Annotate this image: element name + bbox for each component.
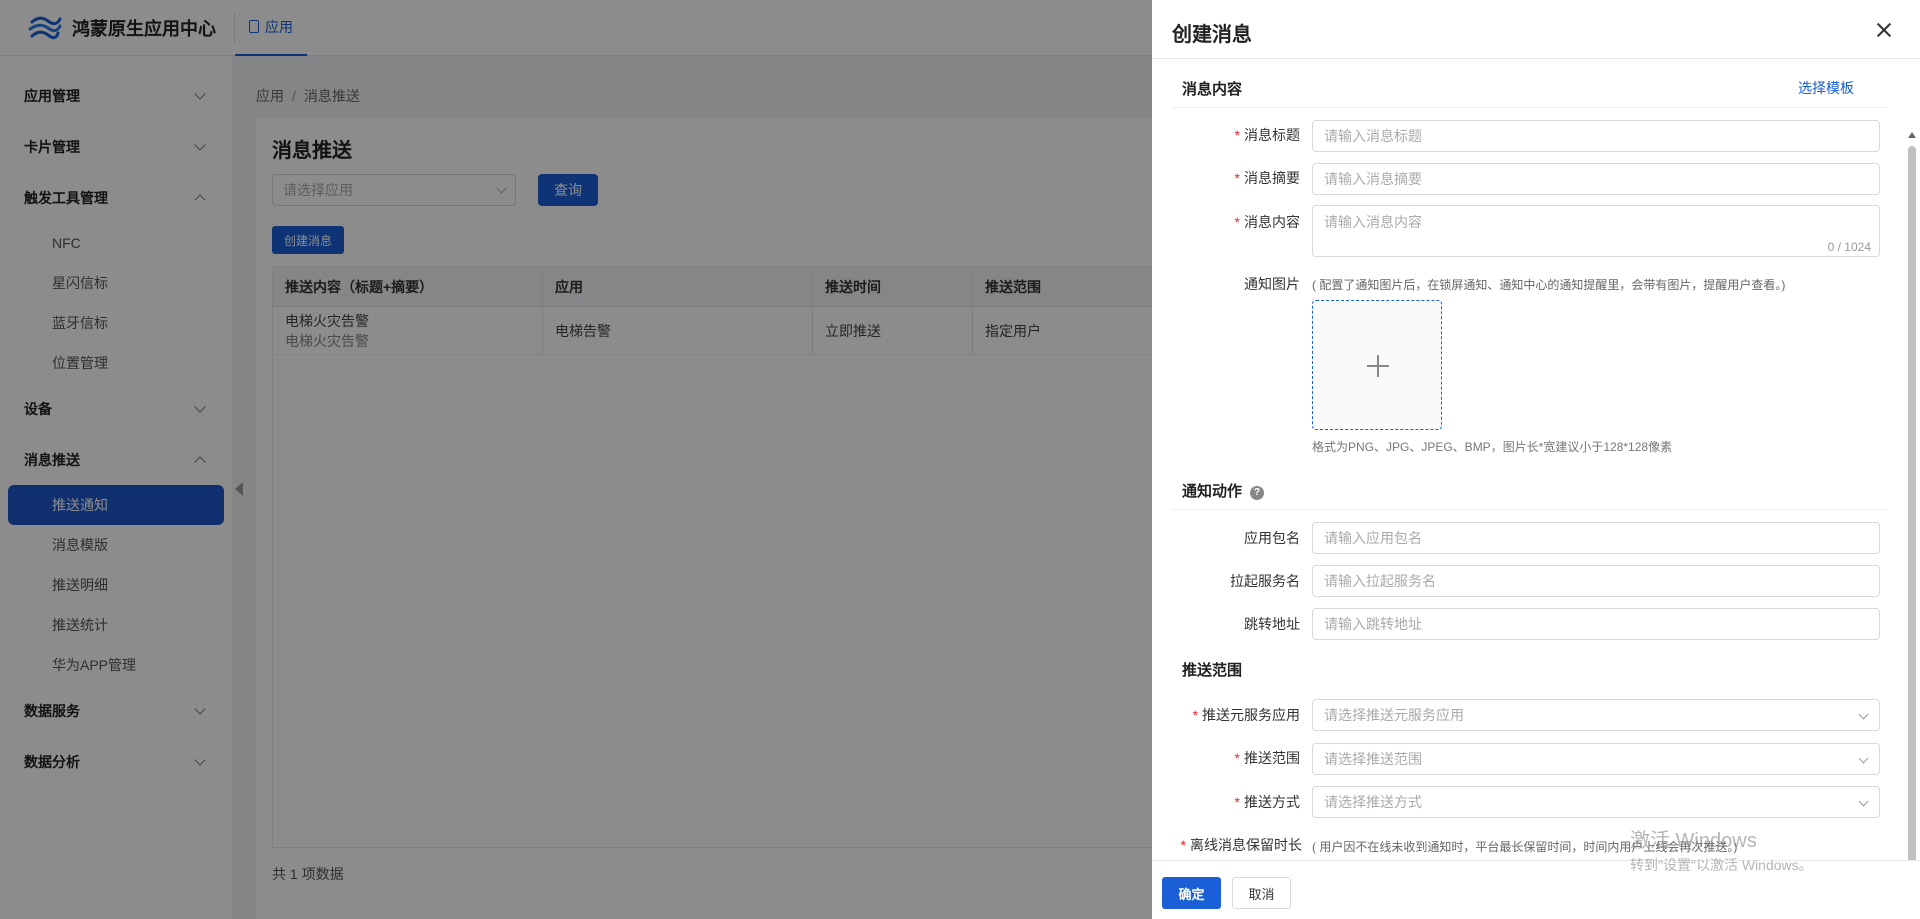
push-scope-label: * 推送范围	[1152, 748, 1300, 768]
field-label-text: 消息摘要	[1244, 170, 1300, 186]
msg-title-input[interactable]: 请输入消息标题	[1312, 120, 1880, 152]
cancel-button[interactable]: 取消	[1232, 877, 1291, 909]
windows-activation-watermark: 激活 Windows 转到"设置"以激活 Windows。	[1630, 824, 1813, 875]
field-label-text: 消息标题	[1244, 127, 1300, 143]
required-mark: *	[1234, 127, 1240, 143]
field-placeholder: 请输入消息摘要	[1324, 171, 1422, 187]
required-mark: *	[1234, 750, 1240, 766]
push-mode-label: * 推送方式	[1152, 792, 1300, 812]
notify-image-label: 通知图片	[1244, 276, 1300, 292]
offline-keep-label: * 离线消息保留时长	[1152, 835, 1302, 855]
service-name-input[interactable]: 请输入拉起服务名	[1312, 565, 1880, 597]
required-mark: *	[1192, 707, 1198, 723]
confirm-button[interactable]: 确定	[1162, 877, 1221, 909]
required-mark: *	[1234, 794, 1240, 810]
field-label-text: 推送元服务应用	[1202, 707, 1300, 723]
service-name-label: 拉起服务名	[1230, 573, 1300, 589]
field-placeholder: 请输入消息内容	[1324, 214, 1422, 230]
section-title-text: 通知动作	[1182, 483, 1243, 500]
drawer-title: 创建消息	[1172, 24, 1252, 46]
image-upload-box[interactable]	[1312, 300, 1442, 430]
push-scope-select[interactable]: 请选择推送范围	[1312, 743, 1880, 775]
required-mark: *	[1234, 170, 1240, 186]
required-mark: *	[1234, 214, 1240, 230]
field-placeholder: 请选择推送方式	[1324, 794, 1422, 810]
field-label-text: 推送方式	[1244, 794, 1300, 810]
scroll-thumb[interactable]	[1908, 146, 1916, 860]
field-placeholder: 请输入拉起服务名	[1324, 573, 1436, 589]
section-divider	[1172, 509, 1888, 510]
drawer-body: 消息内容 选择模板 * 消息标题 请输入消息标题 * 消息摘要 请输入消息摘要 * 消…	[1152, 60, 1920, 860]
meta-app-label: * 推送元服务应用	[1152, 705, 1300, 725]
jump-url-input[interactable]: 请输入跳转地址	[1312, 608, 1880, 640]
section-divider	[1172, 107, 1888, 108]
msg-summary-input[interactable]: 请输入消息摘要	[1312, 163, 1880, 195]
section-title-action: 通知动作?	[1182, 480, 1265, 501]
watermark-line1: 激活 Windows	[1630, 830, 1757, 852]
question-icon[interactable]: ?	[1250, 486, 1265, 500]
required-mark: *	[1180, 837, 1186, 853]
field-label-text: 推送范围	[1244, 750, 1300, 766]
push-mode-select[interactable]: 请选择推送方式	[1312, 786, 1880, 818]
field-placeholder: 请输入应用包名	[1324, 530, 1422, 546]
watermark-line2: 转到"设置"以激活 Windows。	[1630, 857, 1813, 873]
field-placeholder: 请选择推送范围	[1324, 751, 1422, 767]
chevron-down-icon	[1858, 796, 1869, 807]
scroll-up-icon[interactable]	[1908, 132, 1916, 138]
drawer-header: 创建消息	[1152, 0, 1920, 59]
msg-content-label: * 消息内容	[1152, 212, 1300, 232]
field-placeholder: 请输入消息标题	[1324, 128, 1422, 144]
meta-app-select[interactable]: 请选择推送元服务应用	[1312, 699, 1880, 731]
plus-icon	[1367, 355, 1389, 377]
msg-title-label: * 消息标题	[1152, 125, 1300, 145]
section-title-scope: 推送范围	[1182, 662, 1243, 679]
package-name-input[interactable]: 请输入应用包名	[1312, 522, 1880, 554]
field-placeholder: 请输入跳转地址	[1324, 616, 1422, 632]
notify-image-hint: ( 配置了通知图片后，在锁屏通知、通知中心的通知提醒里，会带有图片，提醒用户查看…	[1312, 278, 1786, 292]
chevron-down-icon	[1858, 753, 1869, 764]
image-format-hint: 格式为PNG、JPG、JPEG、BMP，图片长*宽建议小于128*128像素	[1312, 440, 1673, 454]
create-message-drawer: 创建消息 消息内容 选择模板 * 消息标题 请输入消息标题 * 消息摘要 请输入消息…	[1152, 0, 1920, 919]
select-template-link[interactable]: 选择模板	[1798, 78, 1854, 98]
field-label-text: 离线消息保留时长	[1190, 837, 1302, 853]
package-name-label: 应用包名	[1244, 530, 1300, 546]
jump-url-label: 跳转地址	[1244, 616, 1300, 632]
char-counter: 0 / 1024	[1827, 240, 1871, 254]
msg-content-textarea[interactable]: 请输入消息内容 0 / 1024	[1312, 205, 1880, 257]
msg-summary-label: * 消息摘要	[1152, 168, 1300, 188]
field-label-text: 消息内容	[1244, 214, 1300, 230]
field-placeholder: 请选择推送元服务应用	[1324, 707, 1464, 723]
section-title-content: 消息内容	[1182, 81, 1243, 98]
drawer-scrollbar[interactable]	[1908, 132, 1916, 860]
chevron-down-icon	[1858, 709, 1869, 720]
close-icon[interactable]	[1876, 22, 1892, 38]
